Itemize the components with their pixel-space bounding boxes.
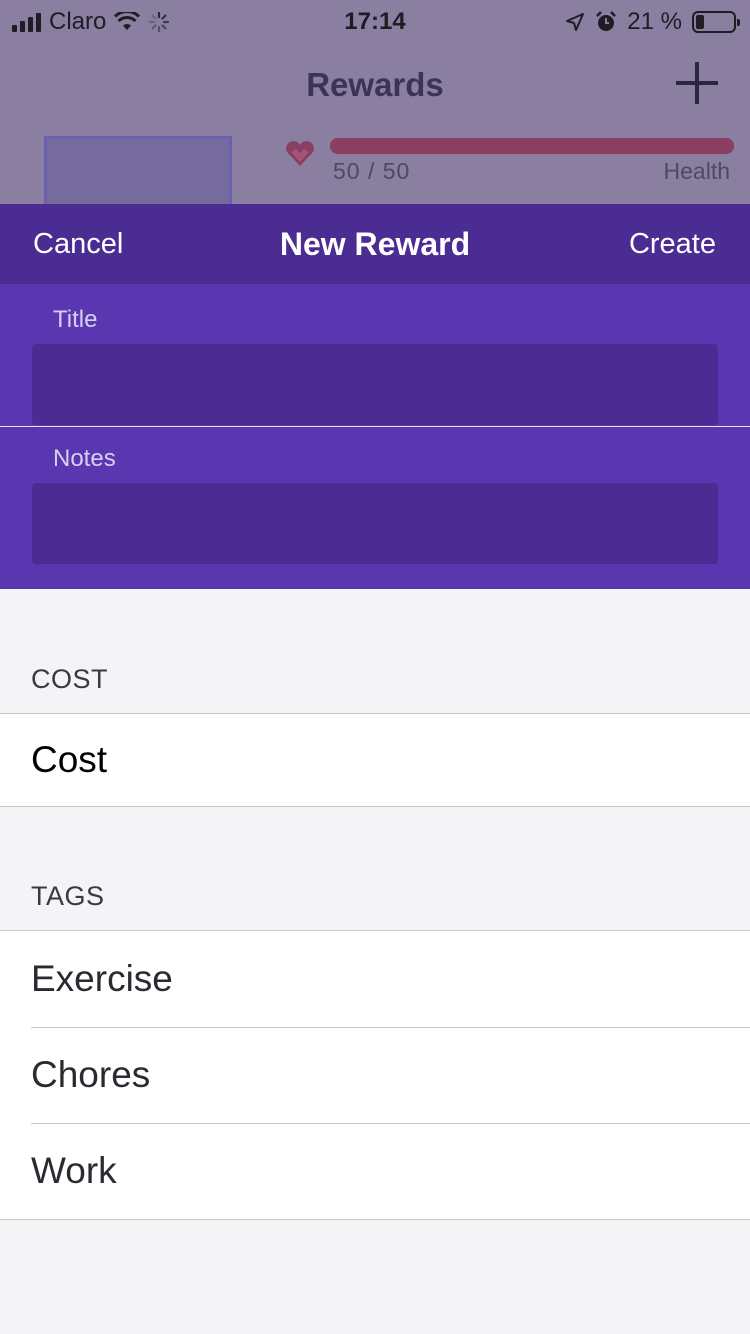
add-reward-plus-icon[interactable] [676,62,718,104]
battery-level [696,15,704,29]
tags-group: Exercise Chores Work [0,930,750,1220]
health-label: Health [663,158,730,184]
status-right: 21 % [565,8,740,36]
title-input[interactable] [32,344,718,425]
cost-row[interactable]: Cost [0,714,750,806]
notes-input[interactable] [32,483,718,564]
avatar [44,136,232,206]
tags-section-header: TAGS [31,881,105,911]
rewards-title: Rewards [306,66,444,103]
form-divider [0,426,750,427]
alarm-clock-icon [596,11,617,31]
background-rewards-screen: Claro 17:14 21 % Rewards 50 / 50 Health [0,0,750,206]
modal-nav-bar: Cancel New Reward Create [0,204,750,284]
heart-icon [286,141,314,166]
health-bar [330,138,734,154]
title-field-label: Title [53,306,98,333]
cancel-button[interactable]: Cancel [33,228,123,261]
status-bar: Claro 17:14 21 % [0,0,750,40]
tag-row-exercise[interactable]: Exercise [0,931,750,1027]
notes-field-label: Notes [53,445,116,472]
cost-group: Cost [0,713,750,807]
tag-row-chores[interactable]: Chores [0,1027,750,1123]
health-value: 50 / 50 [333,158,411,184]
location-arrow-icon [566,13,585,31]
battery-percent: 21 % [627,8,682,35]
health-bar-fill [330,138,734,154]
cost-section-header: COST [31,664,109,694]
tag-row-work[interactable]: Work [0,1123,750,1219]
create-button[interactable]: Create [629,228,716,261]
battery-icon [692,11,740,33]
reward-form: Title Notes [0,284,750,589]
